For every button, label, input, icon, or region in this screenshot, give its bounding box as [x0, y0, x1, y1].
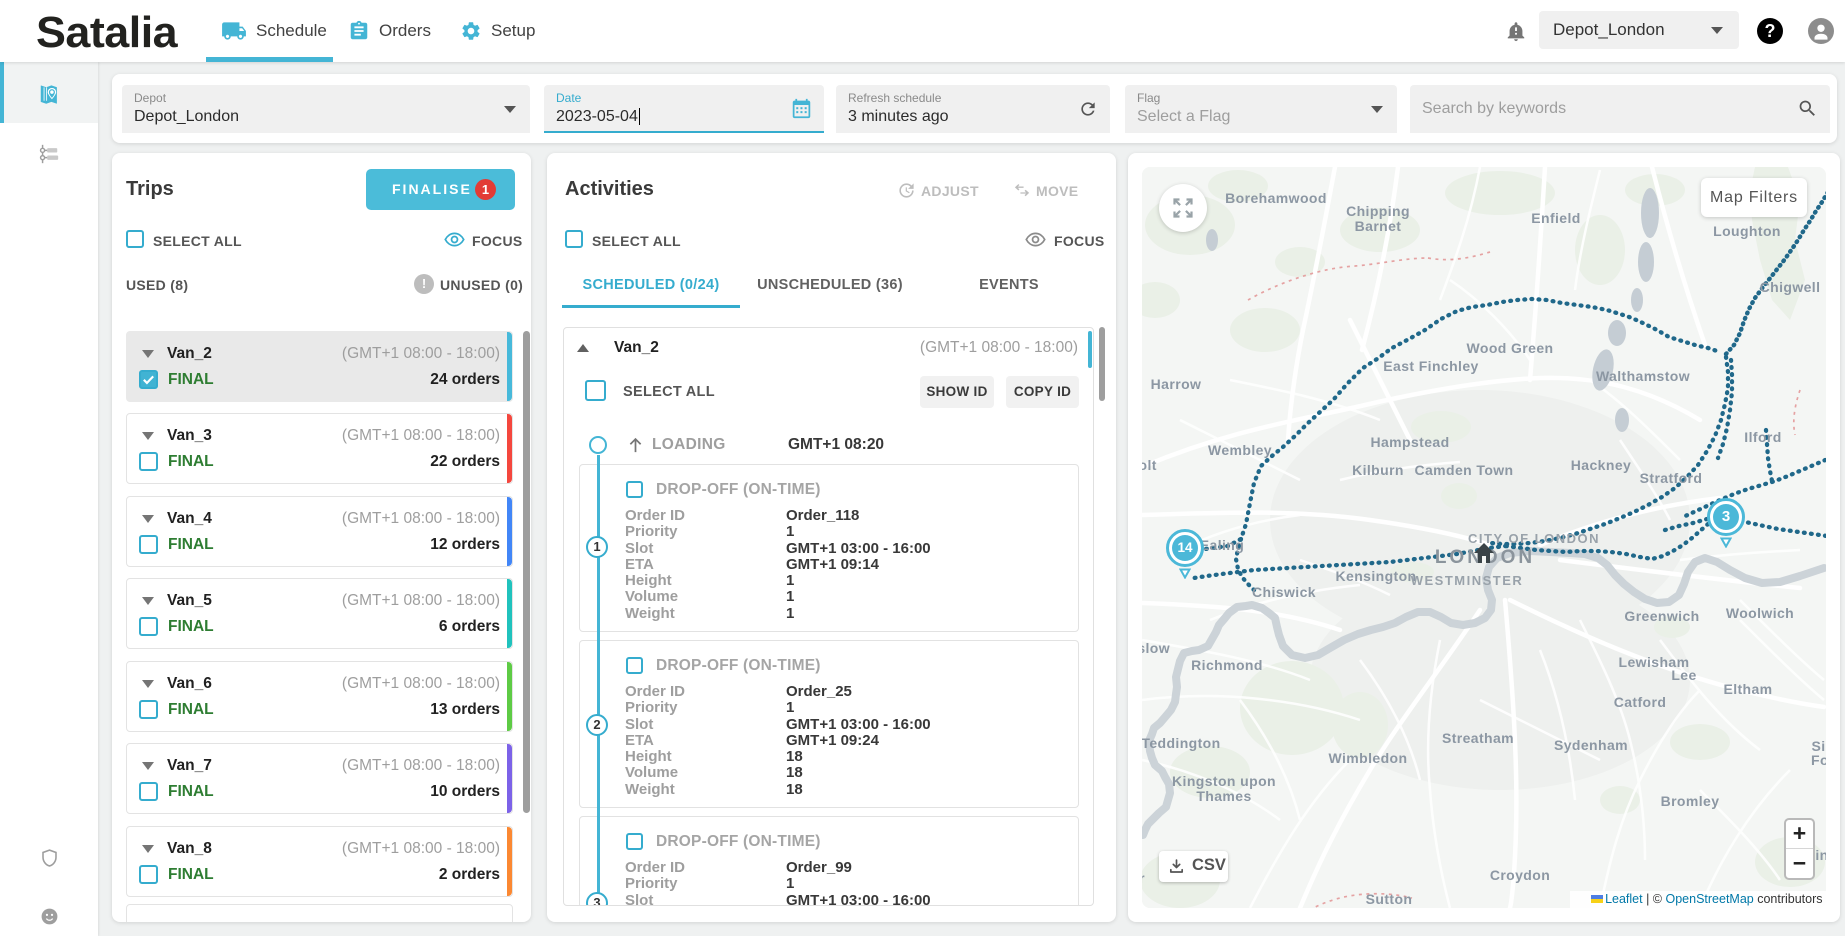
svg-text:Lee: Lee	[1671, 667, 1696, 683]
svg-text:Barnet: Barnet	[1355, 218, 1402, 234]
svg-text:Kilburn: Kilburn	[1352, 462, 1404, 478]
svg-text:Ilford: Ilford	[1744, 429, 1781, 445]
svg-text:Wood Green: Wood Green	[1467, 340, 1554, 356]
svg-text:Walthamstow: Walthamstow	[1596, 368, 1690, 384]
svg-text:Sydenham: Sydenham	[1554, 737, 1628, 753]
svg-text:Hampstead: Hampstead	[1370, 434, 1449, 450]
svg-text:Thames: Thames	[1196, 788, 1251, 804]
svg-text:CITY OF LONDON: CITY OF LONDON	[1468, 531, 1600, 546]
svg-text:Chiswick: Chiswick	[1252, 584, 1316, 600]
svg-text:Borehamwood: Borehamwood	[1225, 190, 1327, 206]
svg-text:Chipping: Chipping	[1346, 203, 1410, 219]
svg-text:Camden Town: Camden Town	[1414, 462, 1513, 478]
svg-text:Enfield: Enfield	[1531, 210, 1580, 226]
svg-text:WESTMINSTER: WESTMINSTER	[1411, 573, 1524, 588]
svg-text:Ealing: Ealing	[1200, 537, 1244, 553]
svg-text:in: in	[1815, 847, 1826, 863]
svg-text:Fo: Fo	[1811, 752, 1826, 768]
svg-text:Harrow: Harrow	[1151, 376, 1202, 392]
svg-text:Woolwich: Woolwich	[1726, 605, 1794, 621]
svg-text:Kensington: Kensington	[1336, 568, 1417, 584]
svg-text:Streatham: Streatham	[1442, 730, 1514, 746]
svg-text:Greenwich: Greenwich	[1624, 608, 1699, 624]
svg-text:Chigwell: Chigwell	[1760, 279, 1821, 295]
svg-text:Loughton: Loughton	[1713, 223, 1781, 239]
svg-text:Hounslow: Hounslow	[1142, 640, 1170, 656]
svg-text:East Finchley: East Finchley	[1383, 358, 1478, 374]
svg-text:Bromley: Bromley	[1661, 793, 1720, 809]
svg-text:Croydon: Croydon	[1490, 867, 1550, 883]
svg-text:Wimbledon: Wimbledon	[1329, 750, 1408, 766]
svg-text:Sutton: Sutton	[1366, 891, 1413, 907]
svg-text:Kingston upon: Kingston upon	[1172, 773, 1276, 789]
svg-text:Northolt: Northolt	[1142, 457, 1157, 473]
svg-text:Stratford: Stratford	[1640, 470, 1703, 486]
svg-text:Catford: Catford	[1614, 694, 1667, 710]
svg-text:Eltham: Eltham	[1723, 681, 1772, 697]
svg-text:Hackney: Hackney	[1571, 457, 1631, 473]
svg-text:er: er	[1142, 870, 1145, 886]
svg-text:Wembley: Wembley	[1208, 442, 1272, 458]
svg-text:Teddington: Teddington	[1142, 735, 1221, 751]
svg-text:Richmond: Richmond	[1191, 657, 1263, 673]
